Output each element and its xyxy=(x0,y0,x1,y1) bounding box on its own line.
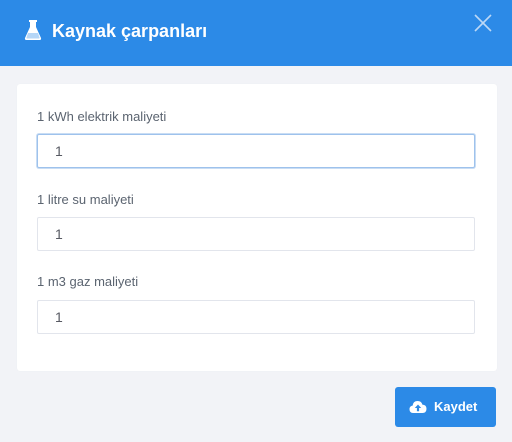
save-button-label: Kaydet xyxy=(434,399,478,414)
water-cost-label: 1 litre su maliyeti xyxy=(37,192,134,207)
flask-icon xyxy=(24,19,42,41)
save-button[interactable]: Kaydet xyxy=(395,387,496,427)
dialog-header: Kaynak çarpanları xyxy=(0,0,512,66)
water-cost-input[interactable] xyxy=(37,217,475,251)
close-icon[interactable] xyxy=(472,12,494,34)
gas-cost-input[interactable] xyxy=(37,300,475,334)
cloud-upload-icon xyxy=(409,399,427,414)
form-panel: 1 kWh elektrik maliyeti 1 litre su maliy… xyxy=(17,84,497,371)
electricity-cost-input[interactable] xyxy=(37,134,475,168)
dialog-title: Kaynak çarpanları xyxy=(52,21,208,41)
electricity-cost-label: 1 kWh elektrik maliyeti xyxy=(37,109,167,124)
gas-cost-label: 1 m3 gaz maliyeti xyxy=(37,274,139,289)
resource-multipliers-dialog: Kaynak çarpanları 1 kWh elektrik maliyet… xyxy=(0,0,512,442)
